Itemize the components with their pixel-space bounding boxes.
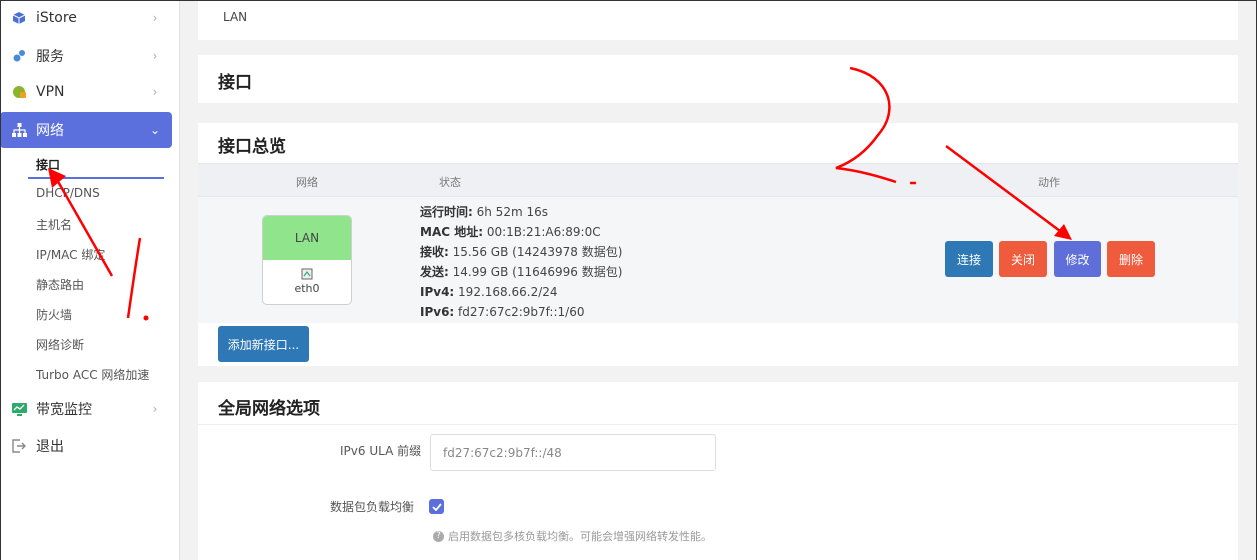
subnav-hostnames[interactable]: 主机名 xyxy=(36,216,72,233)
connect-button[interactable]: 连接 xyxy=(945,241,993,277)
rx-label: 接收: xyxy=(420,245,449,259)
packet-steering-hint-text: 启用数据包多核负载均衡。可能会增强网络转发性能。 xyxy=(448,530,712,543)
subnav-interfaces[interactable]: 接口 xyxy=(36,156,60,173)
monitor-chart-icon xyxy=(11,401,27,417)
help-icon: ? xyxy=(433,530,444,542)
packet-steering-label: 数据包负载均衡 xyxy=(330,500,415,514)
nav-vpn[interactable]: VPN › xyxy=(0,74,172,110)
active-underline xyxy=(28,177,164,179)
interface-name: LAN xyxy=(263,216,351,260)
nav-network-label: 网络 xyxy=(36,123,64,139)
uptime-label: 运行时间: xyxy=(420,205,473,219)
mac-value: 00:1B:21:A6:89:0C xyxy=(483,225,601,239)
interface-device: eth0 xyxy=(263,268,351,295)
cube-icon xyxy=(11,10,27,26)
nav-istore[interactable]: iStore › xyxy=(0,0,172,36)
status-rx: 接收: 15.56 GB (14243978 数据包) xyxy=(420,242,622,262)
chevron-right-icon: › xyxy=(152,49,158,63)
table-header: 网络 状态 动作 xyxy=(198,163,1238,197)
ipv6-ula-input[interactable] xyxy=(430,434,716,471)
add-interface-button[interactable]: 添加新接口... xyxy=(218,326,309,362)
top-panel: LAN xyxy=(198,0,1238,40)
nav-services[interactable]: 服务 › xyxy=(0,38,172,74)
col-status: 状态 xyxy=(439,176,461,189)
nav-network[interactable]: 网络 ⌄ xyxy=(0,112,172,148)
global-options-panel: 全局网络选项 xyxy=(198,382,1238,560)
divider xyxy=(198,424,1238,425)
subnav-ip-mac-binding[interactable]: IP/MAC 绑定 xyxy=(36,246,105,263)
status-mac: MAC 地址: 00:1B:21:A6:89:0C xyxy=(420,222,622,242)
page-title: 接口 xyxy=(218,73,252,93)
subnav-turbo-acc[interactable]: Turbo ACC 网络加速 xyxy=(36,366,149,383)
col-network: 网络 xyxy=(296,176,318,189)
nav-services-label: 服务 xyxy=(36,49,64,65)
edit-button[interactable]: 修改 xyxy=(1054,241,1101,277)
close-button[interactable]: 关闭 xyxy=(999,241,1047,277)
subnav-dhcp-dns[interactable]: DHCP/DNS xyxy=(36,186,100,200)
check-icon xyxy=(431,502,442,511)
nav-logout[interactable]: 退出 xyxy=(0,428,172,464)
ipv6-label: IPv6: xyxy=(420,305,455,319)
rx-value: 15.56 GB (14243978 数据包) xyxy=(448,245,623,259)
packet-steering-hint: ? 启用数据包多核负载均衡。可能会增强网络转发性能。 xyxy=(433,528,712,544)
ipv4-value: 192.168.66.2/24 xyxy=(454,285,558,299)
chevron-right-icon: › xyxy=(152,402,158,416)
uptime-value: 6h 52m 16s xyxy=(472,205,548,219)
packet-steering-checkbox[interactable] xyxy=(429,499,444,514)
subnav-static-routes[interactable]: 静态路由 xyxy=(36,276,84,293)
sidebar: iStore › 服务 › VPN › 网络 ⌄ 接口 DHCP/DNS 主机名… xyxy=(0,0,180,560)
globe-lock-icon xyxy=(11,84,27,100)
ethernet-port-icon xyxy=(301,268,313,280)
nav-vpn-label: VPN xyxy=(36,84,65,100)
overview-title: 接口总览 xyxy=(218,137,286,157)
delete-button[interactable]: 删除 xyxy=(1107,241,1155,277)
ipv6-ula-label: IPv6 ULA 前缀 xyxy=(340,444,422,458)
interface-overview-panel: 接口总览 网络 状态 动作 LAN eth0 运行时间: 6h 52m 16s … xyxy=(198,123,1238,366)
status-ipv6: IPv6: fd27:67c2:9b7f::1/60 xyxy=(420,302,622,322)
ipv4-label: IPv4: xyxy=(420,285,455,299)
tx-value: 14.99 GB (11646996 数据包) xyxy=(448,265,623,279)
status-tx: 发送: 14.99 GB (11646996 数据包) xyxy=(420,262,622,282)
nav-bandwidth-label: 带宽监控 xyxy=(36,402,92,418)
ipv6-value: fd27:67c2:9b7f::1/60 xyxy=(454,305,585,319)
mac-label: MAC 地址: xyxy=(420,225,484,239)
nav-logout-label: 退出 xyxy=(36,439,64,455)
device-name: eth0 xyxy=(294,282,320,295)
interface-badge[interactable]: LAN eth0 xyxy=(262,215,352,305)
logout-icon xyxy=(11,438,27,454)
table-row: LAN eth0 运行时间: 6h 52m 16s MAC 地址: 00:1B:… xyxy=(198,197,1238,323)
global-options-title: 全局网络选项 xyxy=(218,399,320,419)
subnav-diagnostics[interactable]: 网络诊断 xyxy=(36,336,84,353)
chevron-right-icon: › xyxy=(152,11,158,25)
nav-istore-label: iStore xyxy=(36,10,77,26)
puzzle-icon xyxy=(11,48,27,64)
chevron-right-icon: › xyxy=(152,85,158,99)
subnav-firewall[interactable]: 防火墙 xyxy=(36,306,72,323)
status-info: 运行时间: 6h 52m 16s MAC 地址: 00:1B:21:A6:89:… xyxy=(420,202,622,322)
col-actions: 动作 xyxy=(1038,176,1060,189)
chevron-down-icon: ⌄ xyxy=(149,123,161,137)
status-ipv4: IPv4: 192.168.66.2/24 xyxy=(420,282,622,302)
sitemap-icon xyxy=(11,122,27,138)
tx-label: 发送: xyxy=(420,265,449,279)
status-uptime: 运行时间: 6h 52m 16s xyxy=(420,202,622,222)
nav-bandwidth-monitor[interactable]: 带宽监控 › xyxy=(0,391,172,427)
top-panel-text: LAN xyxy=(223,10,248,24)
page-title-panel: 接口 xyxy=(198,55,1238,103)
